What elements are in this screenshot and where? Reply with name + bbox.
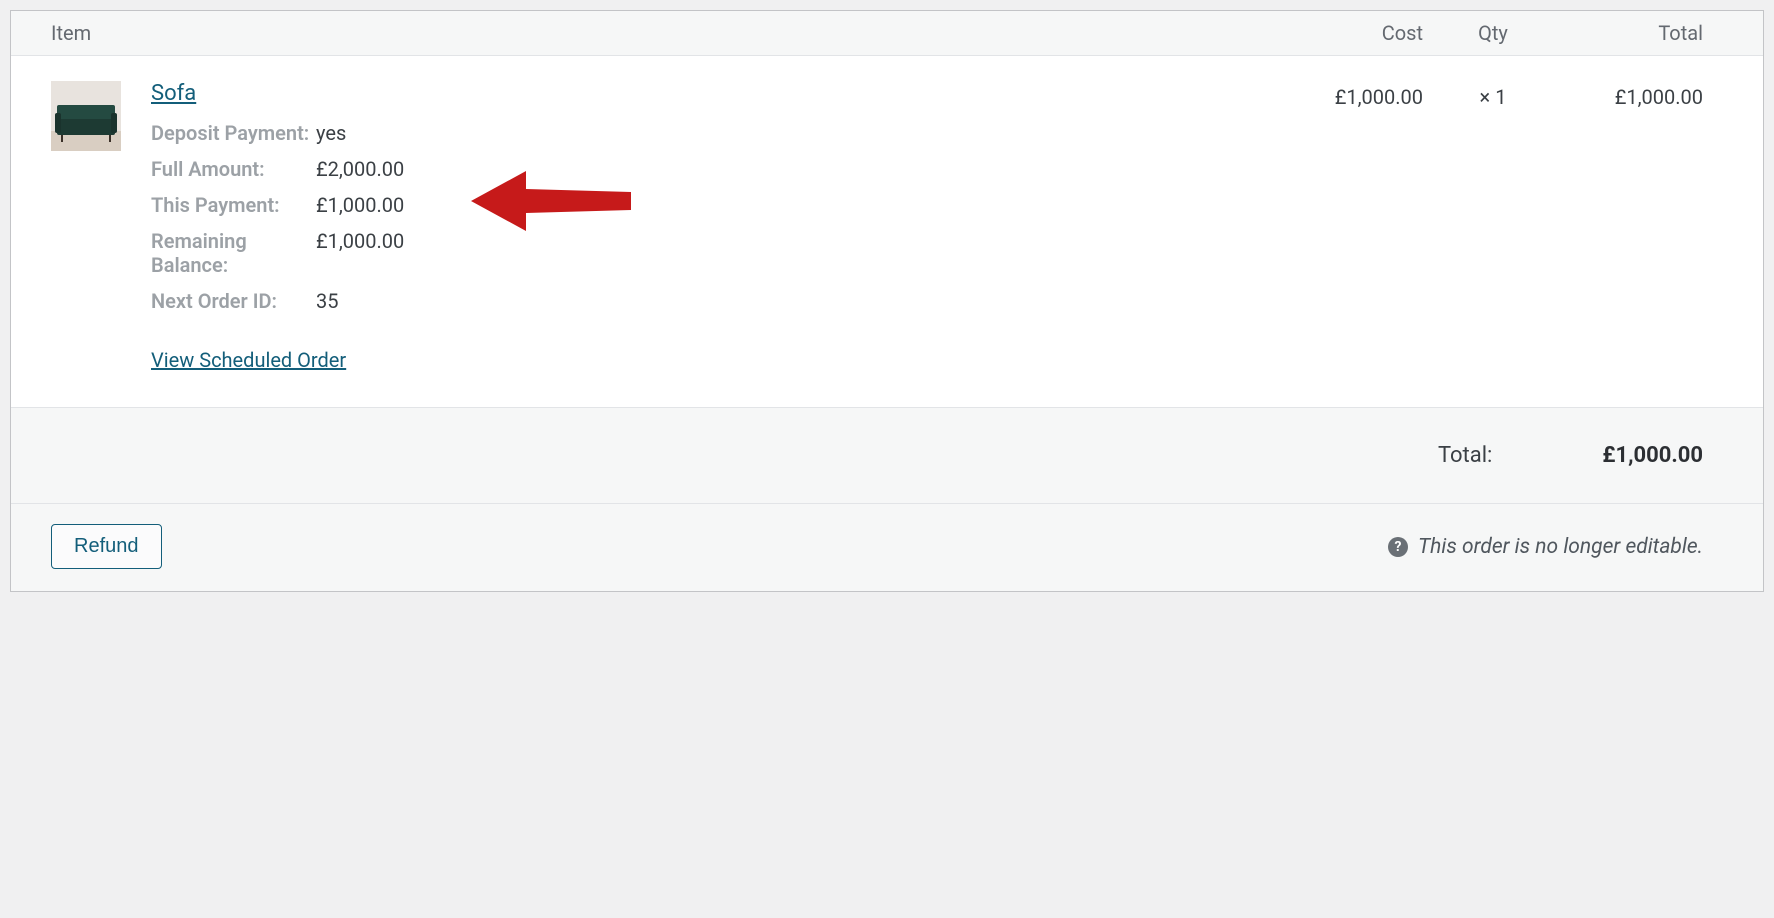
header-total: Total	[1543, 21, 1723, 45]
totals-label: Total:	[1438, 443, 1492, 468]
item-meta: Deposit Payment: yes Full Amount: £2,000…	[151, 121, 1293, 313]
item-details: Sofa Deposit Payment: yes Full Amount: £…	[151, 81, 1293, 372]
table-header: Item Cost Qty Total	[11, 11, 1763, 56]
meta-value-deposit: yes	[316, 121, 1293, 145]
meta-value-next-order: 35	[316, 289, 1293, 313]
header-qty: Qty	[1443, 21, 1543, 45]
header-cost: Cost	[1293, 21, 1443, 45]
totals-row: Total: £1,000.00	[1438, 443, 1703, 468]
meta-label-deposit: Deposit Payment:	[151, 121, 316, 145]
meta-label-remaining: Remaining Balance:	[151, 229, 316, 277]
notice-text: This order is no longer editable.	[1418, 535, 1703, 559]
item-qty: × 1	[1443, 81, 1543, 372]
qty-prefix: ×	[1480, 85, 1491, 109]
qty-value: 1	[1495, 85, 1506, 109]
totals-value: £1,000.00	[1602, 443, 1703, 468]
meta-value-this-payment: £1,000.00	[316, 193, 1293, 217]
help-icon[interactable]: ?	[1388, 537, 1408, 557]
annotation-arrow-icon	[471, 161, 631, 241]
order-notice: ? This order is no longer editable.	[1388, 535, 1703, 559]
item-row: Sofa Deposit Payment: yes Full Amount: £…	[11, 56, 1763, 408]
totals-section: Total: £1,000.00	[11, 408, 1763, 504]
refund-button[interactable]: Refund	[51, 524, 162, 569]
product-thumbnail	[51, 81, 121, 151]
item-cost: £1,000.00	[1293, 81, 1443, 372]
meta-value-full-amount: £2,000.00	[316, 157, 1293, 181]
footer-section: Refund ? This order is no longer editabl…	[11, 504, 1763, 591]
sofa-image-icon	[51, 81, 121, 151]
header-item: Item	[51, 21, 1293, 45]
meta-label-next-order: Next Order ID:	[151, 289, 316, 313]
meta-label-this-payment: This Payment:	[151, 193, 316, 217]
meta-value-remaining: £1,000.00	[316, 229, 1293, 277]
meta-label-full-amount: Full Amount:	[151, 157, 316, 181]
product-name-link[interactable]: Sofa	[151, 81, 196, 106]
view-scheduled-order-link[interactable]: View Scheduled Order	[151, 348, 346, 372]
order-items-panel: Item Cost Qty Total Sofa Deposit Payment…	[10, 10, 1764, 592]
item-total: £1,000.00	[1543, 81, 1723, 372]
